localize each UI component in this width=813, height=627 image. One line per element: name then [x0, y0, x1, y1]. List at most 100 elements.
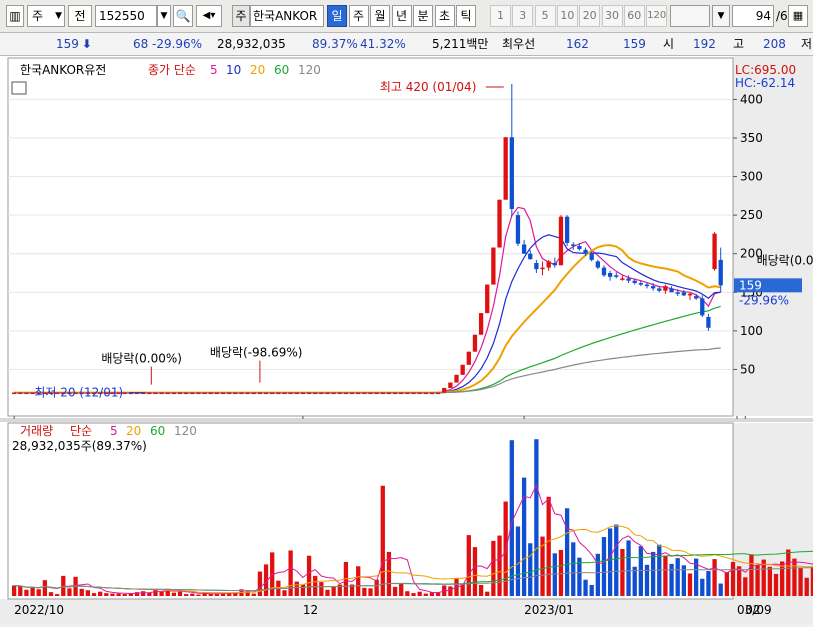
interval-button-5[interactable]: 5: [534, 5, 556, 27]
candle-body-81: [509, 137, 514, 209]
volume-bar-118: [736, 566, 742, 596]
candle-29: [190, 392, 195, 395]
volume-bar-102: [638, 546, 643, 596]
candle-body-63: [399, 392, 404, 395]
tab-period-2[interactable]: 월: [370, 5, 390, 27]
current-price-label: 159: [739, 278, 762, 292]
interval-button-20[interactable]: 20: [579, 5, 601, 27]
price-volume-chart[interactable]: 4003503002502001501005030,000K20,000K10,…: [0, 56, 813, 624]
tab-period-1[interactable]: 주: [348, 5, 369, 27]
candle-body-54: [343, 392, 349, 395]
candle-body-102: [638, 283, 643, 285]
candle-body-35: [227, 392, 232, 395]
candle-73: [460, 364, 465, 375]
legend-stock-name: 한국ANKOR유전: [20, 63, 106, 77]
amount-value: 5,211백만: [432, 37, 489, 51]
interval-button-1[interactable]: 1: [490, 5, 511, 27]
candle-36: [233, 392, 238, 395]
legend-ma-60: 60: [274, 63, 289, 77]
volume-bar-3: [30, 587, 35, 596]
candle-90: [564, 215, 570, 246]
tab-period-5[interactable]: 초: [434, 5, 455, 27]
volume-bar-51: [325, 589, 330, 596]
interval-button-60[interactable]: 60: [623, 5, 645, 27]
volume-bar-98: [614, 524, 619, 596]
candle-body-23: [153, 392, 158, 395]
code-input[interactable]: 152550: [95, 5, 157, 27]
candle-40: [257, 392, 263, 395]
volume-bar-76: [478, 584, 484, 596]
volume-bar-23: [153, 589, 158, 596]
interval-button-120[interactable]: 120: [646, 5, 668, 27]
volume-bar-47: [300, 584, 306, 596]
open-value: 192: [693, 37, 716, 51]
volume-bar-58: [368, 588, 373, 596]
volume-bar-15: [104, 593, 109, 596]
volume-bar-14: [98, 591, 103, 596]
interval-button-10[interactable]: 10: [556, 5, 578, 27]
tab-period-4[interactable]: 분: [413, 5, 433, 27]
candle-39: [251, 392, 256, 395]
candle-51: [325, 392, 330, 395]
candle-67: [423, 392, 428, 395]
candle-body-62: [392, 392, 398, 395]
candle-body-51: [325, 392, 330, 395]
dividend-annotation-1: 배당락(0.00%): [101, 352, 182, 366]
prev-button[interactable]: 전: [68, 5, 92, 27]
volume-bar-17: [116, 593, 121, 596]
legend-volume-ma-20: 20: [126, 424, 141, 438]
tab-period-0[interactable]: 일: [327, 5, 347, 27]
volume-bar-46: [294, 581, 299, 596]
speaker-icon[interactable]: ◀▾: [196, 5, 222, 27]
candle-body-71: [448, 382, 453, 388]
interval-button-3[interactable]: 3: [512, 5, 534, 27]
chart-settings-icon[interactable]: ▦: [788, 5, 808, 27]
volume-bar-63: [399, 584, 404, 596]
candle-body-46: [294, 392, 299, 395]
candle-45: [288, 392, 293, 395]
x-label-5: 03/09: [737, 603, 772, 617]
legend-volume-name: 거래량: [20, 424, 53, 438]
candle-body-96: [601, 267, 607, 276]
price-tick-label-1: 350: [740, 131, 763, 145]
tab-period-3[interactable]: 년: [391, 5, 412, 27]
candle-body-74: [466, 351, 471, 365]
candle-body-41: [263, 392, 269, 395]
candle-79: [497, 199, 502, 248]
interval-dropdown-icon[interactable]: ▼: [712, 5, 730, 27]
change-value: 68: [133, 37, 149, 51]
candle-body-25: [165, 392, 170, 395]
volume-bar-28: [184, 594, 189, 596]
market-select[interactable]: 주 ▼: [27, 5, 65, 27]
arrow-down-icon: ⬇: [81, 37, 92, 51]
volume-bar-64: [405, 591, 410, 596]
volume-bar-57: [362, 587, 367, 596]
search-icon[interactable]: 🔍: [173, 5, 193, 27]
layout-icon[interactable]: ▥: [6, 5, 24, 27]
candle-body-40: [257, 392, 263, 395]
volume-bar-29: [190, 593, 195, 596]
volume-bar-52: [331, 586, 336, 596]
interval-button-30[interactable]: 30: [601, 5, 623, 27]
high-label: 고: [733, 37, 745, 51]
chart-area[interactable]: 4003503002502001501005030,000K20,000K10,…: [0, 56, 813, 624]
volume-bar-49: [313, 575, 318, 596]
interval-input[interactable]: [670, 5, 710, 27]
volume-bar-79: [497, 535, 502, 596]
hc-label: HC:-62.14: [735, 76, 795, 90]
code-dropdown-icon[interactable]: ▼: [157, 5, 171, 27]
candle-57: [362, 392, 367, 395]
candle-72: [454, 374, 459, 383]
open-label: 시: [663, 37, 675, 51]
candle-body-45: [288, 392, 293, 395]
legend-volume-ma-60: 60: [150, 424, 165, 438]
volume-bar-7: [55, 594, 60, 596]
low-label: 저: [801, 37, 813, 51]
volume-bar-97: [607, 528, 613, 596]
candle-35: [227, 392, 232, 395]
candle-body-90: [564, 216, 570, 243]
count-input[interactable]: 94: [732, 5, 774, 27]
tab-period-6[interactable]: 틱: [456, 5, 476, 27]
candle-2: [24, 392, 29, 395]
toolbar: ▥ 주▼ 전 152550 ▼ 🔍 ◀▾ 주 한국ANKOR유 일주월년분초틱 …: [0, 0, 813, 33]
